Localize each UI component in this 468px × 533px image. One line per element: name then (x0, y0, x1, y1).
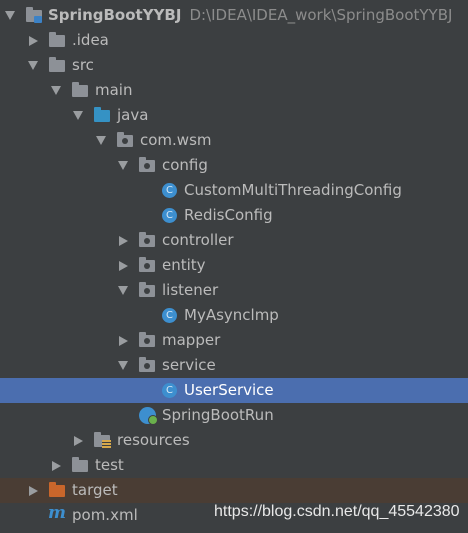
tree-node-controller[interactable]: controller (0, 228, 468, 253)
source-folder-icon (94, 107, 110, 122)
chevron-down-icon[interactable] (5, 11, 15, 20)
package-icon (139, 282, 155, 297)
tree-node-label: src (72, 56, 94, 74)
tree-bottom-edge (0, 529, 468, 533)
project-path: D:\IDEA\IDEA_work\SpringBootYYBJ (189, 6, 453, 24)
tree-node-label: config (162, 156, 208, 174)
folder-icon (72, 457, 88, 472)
tree-node-label: controller (162, 231, 234, 249)
excluded-folder-icon (49, 482, 65, 497)
chevron-down-icon[interactable] (96, 136, 106, 145)
tree-node-label: test (95, 456, 124, 474)
tree-node-label: resources (117, 431, 190, 449)
chevron-down-icon[interactable] (118, 161, 128, 170)
tree-node-resources[interactable]: resources (0, 428, 468, 453)
tree-node-label: java (117, 106, 149, 124)
tree-node-redis-config[interactable]: C RedisConfig (0, 203, 468, 228)
chevron-right-icon[interactable] (119, 236, 128, 246)
class-icon: C (162, 183, 177, 198)
tree-node-src[interactable]: src (0, 53, 468, 78)
chevron-right-icon[interactable] (74, 436, 83, 446)
tree-node-label: target (72, 481, 118, 499)
tree-node-config[interactable]: config (0, 153, 468, 178)
tree-node-label: listener (162, 281, 219, 299)
tree-node-user-service[interactable]: C UserService (0, 378, 468, 403)
tree-node-spring-boot-run[interactable]: SpringBootRun (0, 403, 468, 428)
tree-node-label: .idea (72, 31, 109, 49)
tree-node-custom-multi-threading-config[interactable]: C CustomMultiThreadingConfig (0, 178, 468, 203)
tree-node-label: pom.xml (72, 506, 138, 524)
chevron-down-icon[interactable] (118, 361, 128, 370)
folder-icon (49, 57, 65, 72)
chevron-down-icon[interactable] (51, 86, 61, 95)
chevron-right-icon[interactable] (29, 486, 38, 496)
chevron-right-icon[interactable] (52, 461, 61, 471)
tree-node-label: UserService (184, 381, 274, 399)
folder-icon (72, 82, 88, 97)
tree-node-listener[interactable]: listener (0, 278, 468, 303)
chevron-down-icon[interactable] (28, 61, 38, 70)
tree-node-label: main (95, 81, 133, 99)
package-icon (139, 357, 155, 372)
class-icon: C (162, 308, 177, 323)
package-icon (139, 157, 155, 172)
tree-root-label: SpringBootYYBJ D:\IDEA\IDEA_work\SpringBo… (48, 6, 452, 24)
tree-node-label: mapper (162, 331, 221, 349)
chevron-right-icon[interactable] (29, 36, 38, 46)
tree-node-label: RedisConfig (184, 206, 273, 224)
class-icon: C (162, 383, 177, 398)
tree-node-entity[interactable]: entity (0, 253, 468, 278)
resources-folder-icon (94, 432, 111, 448)
tree-node-mapper[interactable]: mapper (0, 328, 468, 353)
tree-node-label: com.wsm (140, 131, 212, 149)
spring-boot-run-icon (139, 407, 158, 425)
tree-node-test[interactable]: test (0, 453, 468, 478)
chevron-right-icon[interactable] (119, 336, 128, 346)
tree-node-com-wsm[interactable]: com.wsm (0, 128, 468, 153)
tree-node-label: SpringBootRun (162, 406, 274, 424)
module-folder-icon (26, 7, 42, 23)
tree-node-service[interactable]: service (0, 353, 468, 378)
package-icon (117, 132, 133, 147)
chevron-right-icon[interactable] (119, 261, 128, 271)
project-name: SpringBootYYBJ (48, 6, 182, 24)
tree-node-label: CustomMultiThreadingConfig (184, 181, 402, 199)
tree-node-label: service (162, 356, 216, 374)
chevron-down-icon[interactable] (73, 111, 83, 120)
tree-node-idea[interactable]: .idea (0, 28, 468, 53)
maven-icon: m (48, 503, 66, 523)
class-icon: C (162, 208, 177, 223)
tree-node-root[interactable]: SpringBootYYBJ D:\IDEA\IDEA_work\SpringBo… (0, 3, 468, 28)
project-tree: SpringBootYYBJ D:\IDEA\IDEA_work\SpringBo… (0, 3, 468, 528)
tree-node-java[interactable]: java (0, 103, 468, 128)
tree-node-my-async-impl[interactable]: C MyAsynclmp (0, 303, 468, 328)
tree-node-label: entity (162, 256, 206, 274)
package-icon (139, 232, 155, 247)
chevron-down-icon[interactable] (118, 286, 128, 295)
folder-icon (49, 32, 65, 47)
package-icon (139, 332, 155, 347)
package-icon (139, 257, 155, 272)
tree-node-main[interactable]: main (0, 78, 468, 103)
watermark: https://blog.csdn.net/qq_45542380 (214, 503, 460, 520)
tree-node-target[interactable]: target (0, 478, 468, 503)
tree-node-label: MyAsynclmp (184, 306, 279, 324)
